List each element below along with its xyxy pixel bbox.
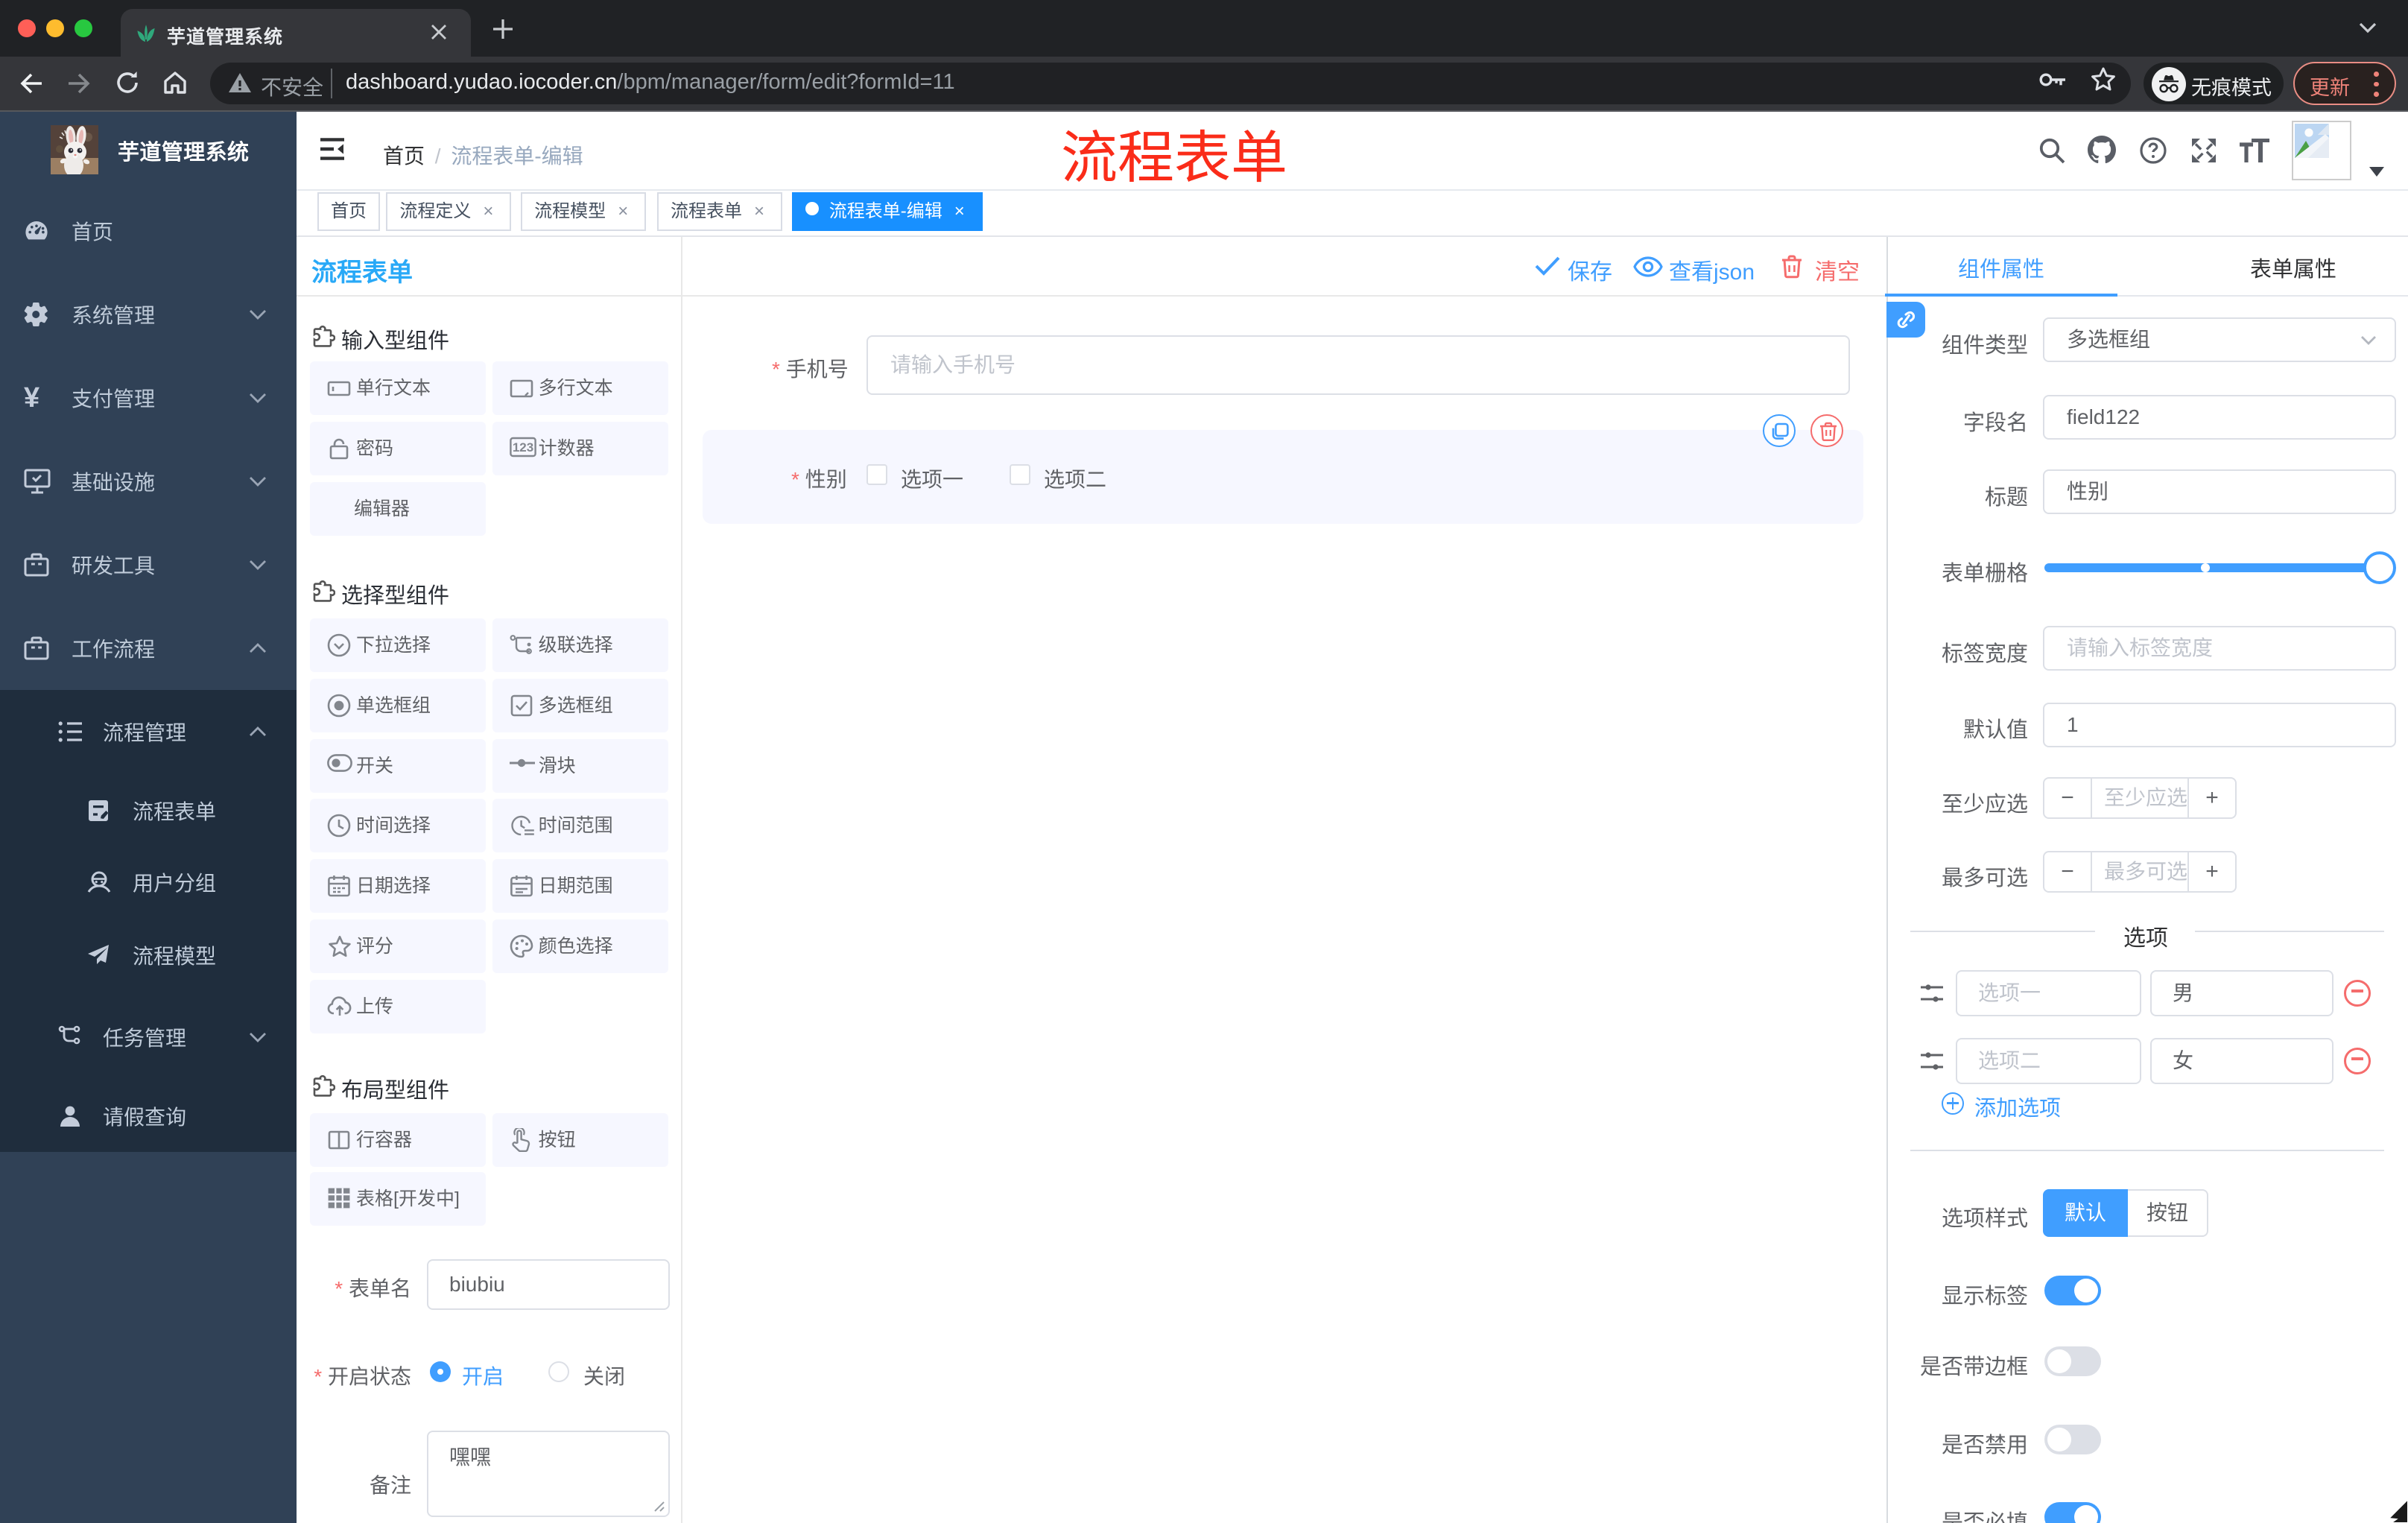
svg-text:123: 123: [512, 440, 533, 455]
